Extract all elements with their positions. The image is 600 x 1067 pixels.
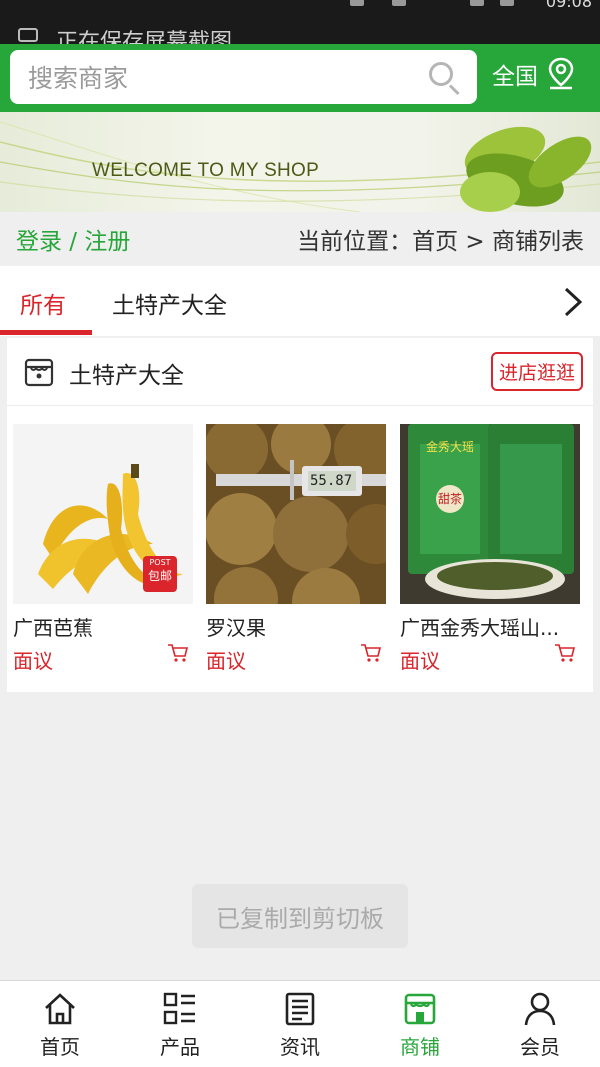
- cart-icon[interactable]: [554, 642, 576, 664]
- shop-card: 土特产大全 进店逛逛 POST 包邮 广西芭蕉 面议 55.87 罗汉果 面议 …: [7, 338, 593, 692]
- login-register-link[interactable]: 登录 / 注册: [16, 222, 130, 256]
- breadcrumb-bar: 登录 / 注册 当前位置：首页 > 商铺列表: [0, 212, 600, 266]
- signal-icon: [392, 0, 406, 6]
- nav-products-label: 产品: [160, 1035, 200, 1059]
- search-input[interactable]: 搜索商家: [10, 50, 477, 104]
- shop-card-header: 土特产大全 进店逛逛: [7, 338, 593, 406]
- shop-name: 土特产大全: [69, 363, 184, 389]
- free-shipping-badge: POST 包邮: [143, 556, 177, 592]
- category-tabs: 所有 土特产大全: [0, 266, 600, 336]
- welcome-text: WELCOME TO MY SHOP: [92, 160, 320, 181]
- search-icon[interactable]: [427, 60, 461, 96]
- caliper-reading: 55.87: [310, 473, 353, 489]
- location-pin-icon: [548, 57, 574, 90]
- product-price: 面议: [400, 649, 440, 673]
- badge-top-text: POST: [149, 558, 171, 567]
- storefront-icon: [24, 358, 54, 387]
- nav-home[interactable]: 首页: [0, 981, 120, 1067]
- product-name[interactable]: 罗汉果: [206, 612, 376, 641]
- product-image-banana[interactable]: POST 包邮: [13, 424, 193, 604]
- news-icon: [285, 992, 315, 1026]
- product-name[interactable]: 广西金秀大瑶山...: [400, 612, 570, 641]
- tab-all[interactable]: 所有: [20, 286, 66, 320]
- status-bar: 正在保存屏幕截图 09:08: [0, 0, 600, 44]
- nav-news[interactable]: 资讯: [240, 981, 360, 1067]
- product-item[interactable]: 55.87 罗汉果 面议: [206, 424, 386, 674]
- search-placeholder: 搜索商家: [28, 64, 129, 93]
- header: 搜索商家 全国: [0, 44, 600, 112]
- user-icon: [524, 992, 556, 1026]
- nav-shops-label: 商铺: [400, 1035, 440, 1059]
- vibrate-icon: [350, 0, 364, 6]
- nav-member-label: 会员: [520, 1035, 560, 1059]
- cart-icon[interactable]: [167, 642, 189, 664]
- product-price: 面议: [13, 649, 53, 673]
- region-label: 全国: [492, 64, 538, 90]
- product-item[interactable]: 金秀大瑶 甜茶 广西金秀大瑶山... 面议: [400, 424, 580, 674]
- badge-bottom-text: 包邮: [147, 569, 172, 583]
- home-icon: [45, 993, 75, 1025]
- active-tab-indicator: [0, 330, 92, 335]
- copied-toast: 已复制到剪切板: [192, 884, 408, 948]
- wifi-icon: [470, 0, 484, 6]
- package-sublabel: 甜茶: [438, 492, 463, 506]
- package-label: 金秀大瑶: [426, 440, 475, 454]
- nav-products[interactable]: 产品: [120, 981, 240, 1067]
- tab-local-specialties[interactable]: 土特产大全: [112, 286, 227, 320]
- cart-icon[interactable]: [360, 642, 382, 664]
- product-image-tea[interactable]: 金秀大瑶 甜茶: [400, 424, 580, 604]
- product-image-luohanguo[interactable]: 55.87: [206, 424, 386, 604]
- nav-news-label: 资讯: [280, 1035, 320, 1059]
- shop-icon: [404, 993, 436, 1025]
- nav-home-label: 首页: [40, 1035, 80, 1059]
- breadcrumb: 当前位置：首页 > 商铺列表: [297, 229, 584, 255]
- bottom-nav: 首页 产品 资讯 商铺 会员: [0, 980, 600, 1067]
- chevron-right-icon[interactable]: [562, 286, 584, 318]
- nav-member[interactable]: 会员: [480, 981, 600, 1067]
- shop-banner: WELCOME TO MY SHOP: [0, 112, 600, 212]
- grid-list-icon: [163, 992, 195, 1025]
- nav-shops[interactable]: 商铺: [360, 981, 480, 1067]
- visit-shop-button[interactable]: 进店逛逛: [490, 352, 583, 391]
- product-price: 面议: [206, 649, 246, 673]
- region-selector[interactable]: 全国: [492, 57, 576, 91]
- luohanguo-illustration: [206, 424, 386, 604]
- status-notice: 正在保存屏幕截图: [56, 30, 233, 44]
- screenshot-icon: [18, 28, 38, 42]
- product-item[interactable]: POST 包邮 广西芭蕉 面议: [13, 424, 193, 674]
- status-time: 09:08: [545, 0, 592, 11]
- battery-icon: [500, 0, 514, 6]
- product-name[interactable]: 广西芭蕉: [13, 612, 183, 641]
